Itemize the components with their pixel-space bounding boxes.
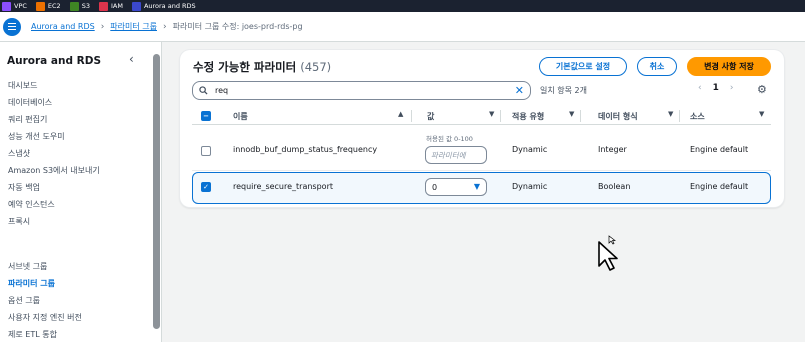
- cursor-icon: [598, 241, 618, 271]
- sidebar-item-performance-insights[interactable]: 성능 개선 도우미: [8, 131, 65, 142]
- sidebar-item-reserved-instances[interactable]: 예약 인스턴스: [8, 199, 55, 210]
- ec2-icon: [35, 1, 45, 11]
- sidebar-item-snapshots[interactable]: 스냅샷: [8, 148, 30, 159]
- table-row[interactable]: innodb_buf_dump_status_frequency 허용된 값 0…: [192, 126, 771, 171]
- sidebar-item-subnet-groups[interactable]: 서브넷 그룹: [8, 261, 47, 272]
- match-count: 일치 항목 2개: [540, 86, 587, 95]
- apply-type: Dynamic: [512, 182, 548, 191]
- col-value[interactable]: 값: [427, 111, 434, 122]
- sidebar-title: Aurora and RDS: [7, 55, 102, 67]
- table-row-selected[interactable]: ✓ require_secure_transport 0 ▼ Dynamic B…: [192, 172, 771, 204]
- rds-icon: [131, 1, 141, 11]
- row-checkbox-checked[interactable]: ✓: [201, 182, 211, 192]
- column-divider: [679, 110, 680, 122]
- chevron-left-icon[interactable]: ‹: [129, 52, 134, 66]
- page-number[interactable]: 1: [713, 83, 719, 93]
- search-input[interactable]: req ✕: [192, 81, 531, 100]
- param-name: innodb_buf_dump_status_frequency: [233, 145, 378, 154]
- sort-icon[interactable]: ▼: [569, 110, 574, 118]
- service-aurora-rds[interactable]: Aurora and RDS: [131, 1, 196, 11]
- column-divider: [500, 110, 501, 122]
- editable-parameters-panel: 수정 가능한 파라미터 (457) 기본값으로 설정 취소 변경 사항 저장 r…: [180, 50, 784, 207]
- sort-icon[interactable]: ▼: [759, 110, 764, 118]
- sidebar-item-proxies[interactable]: 프록시: [8, 216, 30, 227]
- breadcrumb-parameter-groups[interactable]: 파라미터 그룹: [110, 21, 157, 32]
- row-checkbox[interactable]: [201, 146, 211, 156]
- chevron-right-icon[interactable]: ›: [730, 83, 734, 93]
- breadcrumb-aurora-rds[interactable]: Aurora and RDS: [31, 22, 95, 31]
- sidebar-item-query-editor[interactable]: 쿼리 편집기: [8, 114, 47, 125]
- clear-icon[interactable]: ✕: [515, 84, 524, 97]
- sidebar-item-parameter-groups[interactable]: 파라미터 그룹: [8, 278, 55, 289]
- search-value: req: [215, 86, 229, 95]
- save-changes-button[interactable]: 변경 사항 저장: [687, 57, 771, 76]
- sidebar: Aurora and RDS ‹ 대시보드 데이터베이스 쿼리 편집기 성능 개…: [0, 42, 162, 342]
- breadcrumb-bar: Aurora and RDS › 파라미터 그룹 › 파라미터 그룹 수정: j…: [0, 12, 805, 42]
- sort-icon[interactable]: ▼: [489, 110, 494, 118]
- breadcrumb-current: 파라미터 그룹 수정: joes-prd-rds-pg: [172, 22, 303, 31]
- param-value-select[interactable]: 0 ▼: [425, 178, 487, 196]
- service-ec2[interactable]: EC2: [35, 1, 61, 11]
- col-name[interactable]: 이름: [233, 111, 248, 122]
- source: Engine default: [690, 182, 749, 191]
- service-iam[interactable]: IAM: [98, 1, 123, 11]
- pagination: ‹ 1 ›: [698, 83, 733, 93]
- sidebar-item-dashboard[interactable]: 대시보드: [8, 80, 37, 91]
- cancel-button[interactable]: 취소: [637, 57, 677, 76]
- sidebar-item-option-groups[interactable]: 옵션 그룹: [8, 295, 40, 306]
- vpc-icon: [2, 1, 11, 11]
- sidebar-item-databases[interactable]: 데이터베이스: [8, 97, 52, 108]
- iam-icon: [98, 1, 108, 11]
- sidebar-item-zero-etl[interactable]: 제로 ETL 통합: [8, 329, 57, 340]
- data-type: Boolean: [598, 182, 631, 191]
- service-shortcuts-bar: VPC EC2 S3 IAM Aurora and RDS: [0, 0, 805, 12]
- column-divider: [580, 110, 581, 122]
- s3-icon: [69, 1, 79, 11]
- gear-icon[interactable]: ⚙: [757, 83, 767, 96]
- col-apply-type[interactable]: 적용 유형: [512, 111, 544, 122]
- sidebar-item-s3-export[interactable]: Amazon S3에서 내보내기: [8, 165, 100, 176]
- search-icon: [199, 86, 208, 95]
- service-s3[interactable]: S3: [69, 1, 90, 11]
- sort-icon[interactable]: ▼: [668, 110, 673, 118]
- table-header: − 이름 ▲ 값 ▼ 적용 유형 ▼ 데이터 형식 ▼ 소스 ▼: [192, 107, 771, 125]
- chevron-right-icon: ›: [100, 21, 105, 32]
- select-all-checkbox[interactable]: −: [201, 111, 211, 121]
- col-source[interactable]: 소스: [690, 111, 705, 122]
- caret-down-icon: ▼: [473, 182, 480, 191]
- col-data-type[interactable]: 데이터 형식: [598, 111, 638, 122]
- apply-type: Dynamic: [512, 145, 548, 154]
- param-value-input[interactable]: 파라미터에: [425, 146, 487, 164]
- parameter-count: (457): [300, 60, 332, 74]
- sidebar-item-automated-backups[interactable]: 자동 백업: [8, 182, 40, 193]
- chevron-right-icon: ›: [163, 21, 167, 32]
- service-vpc[interactable]: VPC: [2, 1, 27, 11]
- sort-asc-icon[interactable]: ▲: [398, 110, 403, 118]
- allowed-values-hint: 허용된 값 0-100: [426, 135, 473, 143]
- column-divider: [411, 110, 412, 122]
- reset-default-button[interactable]: 기본값으로 설정: [539, 57, 627, 76]
- source: Engine default: [690, 145, 749, 154]
- chevron-left-icon[interactable]: ‹: [698, 83, 702, 93]
- menu-toggle-icon[interactable]: [3, 17, 21, 36]
- data-type: Integer: [598, 145, 627, 154]
- sidebar-item-custom-engine-versions[interactable]: 사용자 지정 엔진 버전: [8, 312, 82, 323]
- panel-title: 수정 가능한 파라미터 (457): [193, 60, 332, 74]
- sidebar-scrollbar[interactable]: [153, 54, 160, 329]
- param-name: require_secure_transport: [233, 182, 333, 191]
- param-value: 0: [432, 182, 438, 192]
